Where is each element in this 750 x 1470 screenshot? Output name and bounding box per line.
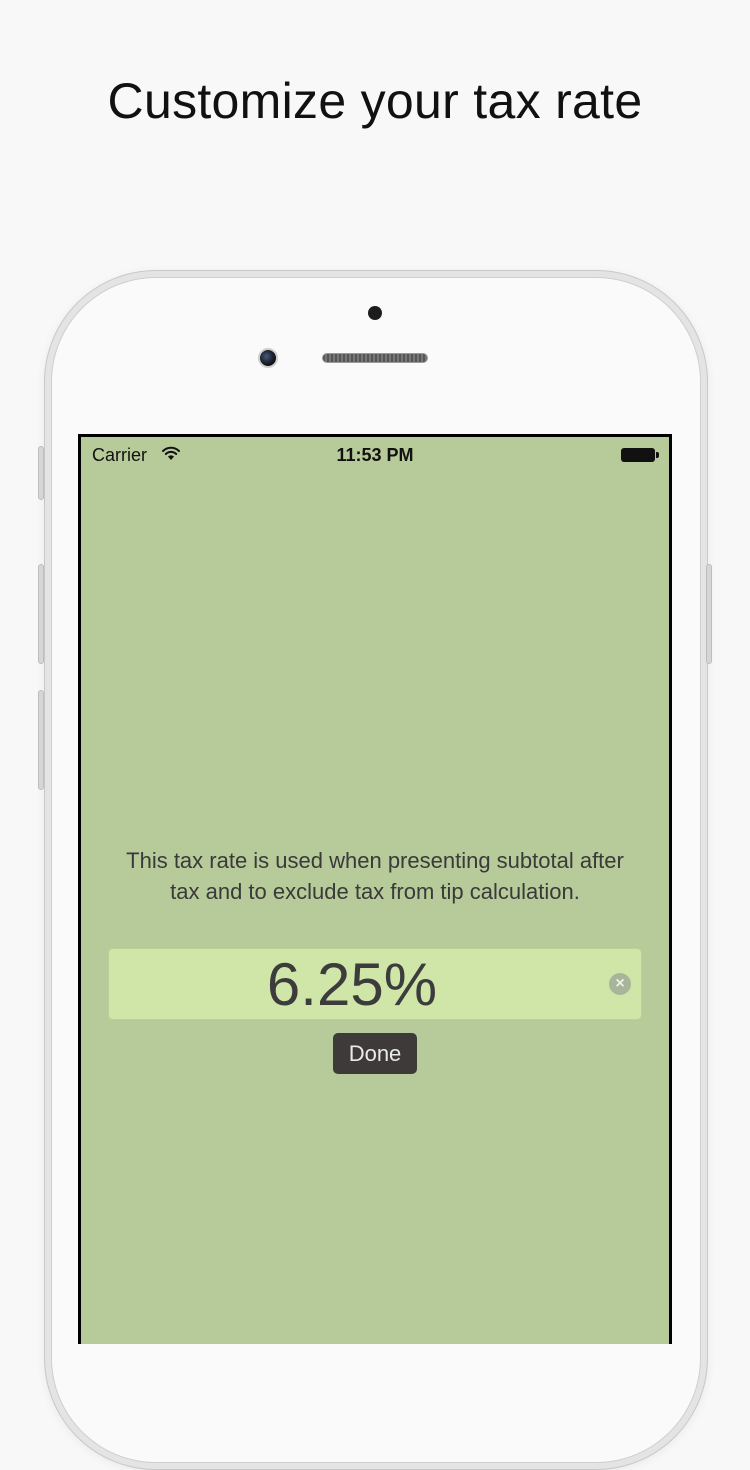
- power-button: [706, 564, 712, 664]
- headline: Customize your tax rate: [107, 73, 643, 129]
- mute-switch: [38, 446, 44, 500]
- tax-rate-description: This tax rate is used when presenting su…: [126, 848, 624, 904]
- status-time: 11:53 PM: [336, 445, 414, 465]
- done-button[interactable]: Done: [333, 1033, 417, 1074]
- tax-rate-input[interactable]: 6.25%: [109, 949, 595, 1019]
- battery-icon: [621, 448, 659, 462]
- volume-down-button: [38, 690, 44, 790]
- tax-rate-field[interactable]: 6.25% ×: [108, 948, 642, 1020]
- earpiece-speaker: [322, 353, 428, 363]
- volume-up-button: [38, 564, 44, 664]
- phone-screen: Carrier 11:53 PM This tax rate is used w…: [78, 434, 672, 1344]
- clear-icon[interactable]: ×: [609, 973, 631, 995]
- front-camera-icon: [258, 348, 278, 368]
- proximity-sensor: [368, 306, 382, 320]
- app-view: Carrier 11:53 PM This tax rate is used w…: [81, 437, 669, 1344]
- status-bar: Carrier 11:53 PM: [81, 437, 669, 477]
